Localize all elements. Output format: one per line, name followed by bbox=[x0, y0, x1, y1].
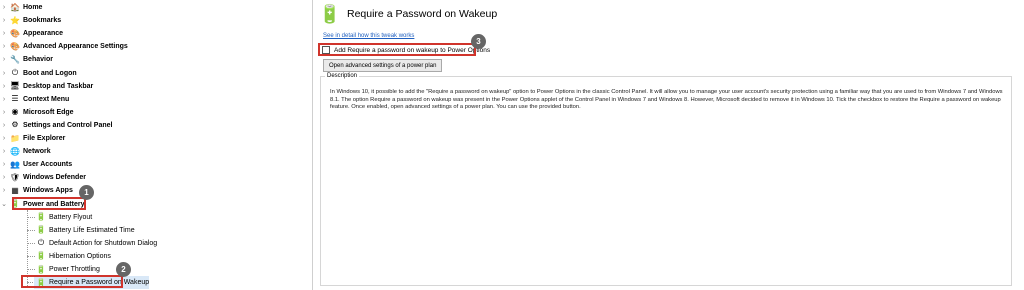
chevron-right-icon[interactable]: › bbox=[0, 174, 8, 181]
tree-item[interactable]: › ◉ Microsoft Edge bbox=[0, 106, 74, 119]
tree-child-item[interactable]: 🔋 Battery Life Estimated Time bbox=[34, 224, 135, 237]
tree-item[interactable]: › 🖥 Desktop and Taskbar bbox=[0, 80, 93, 93]
edge-icon: ◉ bbox=[11, 107, 19, 117]
tree-child-label: Battery Life Estimated Time bbox=[49, 226, 135, 234]
tree-item[interactable]: › ☰ Context Menu bbox=[0, 93, 69, 106]
category-tree[interactable]: › 🏠 Home › ⭐ Bookmarks › 🎨 Appearance › 🎨 Advanced … bbox=[0, 0, 313, 290]
tree-child-label: Default Action for Shutdown Dialog bbox=[49, 239, 158, 247]
chevron-right-icon[interactable]: › bbox=[0, 56, 8, 63]
tree-item[interactable]: › ▦ Windows Apps bbox=[0, 184, 73, 197]
description-label: Description bbox=[325, 73, 360, 79]
tree-item[interactable]: › 🔧 Behavior bbox=[0, 53, 53, 66]
tree-item-label: Bookmarks bbox=[23, 17, 62, 25]
tree-child-item[interactable]: 🔋 Battery Flyout bbox=[34, 211, 92, 224]
page-title: Require a Password on Wakeup bbox=[347, 8, 498, 20]
tree-item[interactable]: › ⏻ Boot and Logon bbox=[0, 67, 77, 80]
chevron-right-icon[interactable]: › bbox=[0, 4, 8, 11]
chevron-right-icon[interactable]: › bbox=[0, 161, 8, 168]
tweak-header: 🔋 Require a Password on Wakeup bbox=[319, 3, 497, 25]
tree-item[interactable]: › 🎨 Advanced Appearance Settings bbox=[0, 40, 128, 53]
tree-item-label: Context Menu bbox=[23, 95, 70, 103]
tree-item-label: Boot and Logon bbox=[23, 69, 77, 77]
apps-icon: ▦ bbox=[11, 185, 19, 195]
home-icon: 🏠 bbox=[10, 2, 20, 12]
tree-item-label: Appearance bbox=[23, 30, 64, 38]
chevron-right-icon[interactable]: › bbox=[0, 96, 8, 103]
tree-child-item[interactable]: 🔋 Hibernation Options bbox=[34, 250, 111, 263]
tree-item[interactable]: › 🛡 Windows Defender bbox=[0, 171, 86, 184]
tree-item[interactable]: › ⚙ Settings and Control Panel bbox=[0, 119, 113, 132]
battery-icon: 🔋 bbox=[318, 3, 342, 24]
folder-icon: 📁 bbox=[10, 133, 20, 143]
highlight-box-require-password bbox=[21, 275, 123, 288]
highlight-box-power-battery bbox=[12, 196, 86, 210]
chevron-right-icon[interactable]: › bbox=[0, 30, 8, 37]
tweak-details-link[interactable]: See in detail how this tweak works bbox=[323, 33, 414, 39]
chevron-right-icon[interactable]: › bbox=[0, 148, 8, 155]
gear-icon: ⚙ bbox=[11, 120, 19, 130]
palette-icon: 🎨 bbox=[10, 28, 20, 38]
users-icon: 👥 bbox=[10, 159, 20, 169]
description-text: In Windows 10, it possible to add the "R… bbox=[330, 89, 1003, 111]
tree-item-label: Network bbox=[23, 148, 51, 156]
chevron-right-icon[interactable]: › bbox=[0, 187, 8, 194]
chevron-right-icon[interactable]: › bbox=[0, 43, 8, 50]
battery-icon: 🔋 bbox=[36, 225, 46, 235]
star-icon: ⭐ bbox=[10, 15, 20, 25]
chevron-down-icon[interactable]: ⌄ bbox=[0, 200, 8, 208]
tree-item-label: Windows Defender bbox=[23, 174, 86, 182]
tree-item-label: Home bbox=[23, 4, 43, 11]
battery-icon: 🔋 bbox=[36, 212, 46, 222]
tree-item[interactable]: › 🌐 Network bbox=[0, 145, 51, 158]
step-badge-1: 1 bbox=[79, 185, 94, 200]
tree-item[interactable]: › 👥 User Accounts bbox=[0, 158, 72, 171]
chevron-right-icon[interactable]: › bbox=[0, 135, 8, 142]
tree-item-label: Desktop and Taskbar bbox=[23, 82, 94, 90]
boot-icon: ⏻ bbox=[11, 68, 19, 77]
chevron-right-icon[interactable]: › bbox=[0, 109, 8, 116]
chevron-right-icon[interactable]: › bbox=[0, 17, 8, 24]
shield-icon: 🛡 bbox=[9, 172, 21, 182]
highlight-box-checkbox bbox=[318, 43, 476, 56]
open-advanced-settings-button[interactable]: Open advanced settings of a power plan bbox=[323, 59, 443, 72]
tree-child-label: Hibernation Options bbox=[49, 252, 111, 260]
step-badge-2: 2 bbox=[116, 262, 131, 277]
shutdown-icon: ⏻ bbox=[37, 238, 45, 248]
palette-advanced-icon: 🎨 bbox=[10, 41, 20, 51]
tree-item-label: Advanced Appearance Settings bbox=[23, 43, 128, 51]
tree-child-label: Battery Flyout bbox=[49, 213, 93, 221]
tree-item-label: Windows Apps bbox=[23, 187, 73, 195]
tree-item[interactable]: › 🎨 Appearance bbox=[0, 27, 63, 40]
tree-item[interactable]: › 📁 File Explorer bbox=[0, 132, 66, 145]
tree-child-label: Power Throttling bbox=[49, 266, 100, 273]
app-window: › 🏠 Home › ⭐ Bookmarks › 🎨 Appearance › 🎨 Advanced … bbox=[0, 0, 1024, 290]
tree-item[interactable]: › 🏠 Home bbox=[0, 1, 43, 14]
chevron-right-icon[interactable]: › bbox=[0, 70, 8, 77]
tree-item-label: Microsoft Edge bbox=[23, 108, 74, 116]
tweak-panel: 🔋 Require a Password on Wakeup See in de… bbox=[314, 0, 1022, 290]
tree-child-item[interactable]: ⏻ Default Action for Shutdown Dialog bbox=[34, 237, 157, 250]
chevron-right-icon[interactable]: › bbox=[0, 122, 8, 129]
network-icon: 🌐 bbox=[10, 146, 20, 156]
desktop-icon: 🖥 bbox=[9, 81, 21, 91]
tree-item-label: File Explorer bbox=[23, 135, 66, 142]
step-badge-3: 3 bbox=[471, 34, 486, 49]
tree-item-label: Behavior bbox=[23, 56, 53, 64]
chevron-right-icon[interactable]: › bbox=[0, 83, 8, 90]
battery-icon: 🔋 bbox=[36, 264, 46, 274]
tree-item[interactable]: › ⭐ Bookmarks bbox=[0, 14, 61, 27]
behavior-icon: 🔧 bbox=[10, 54, 20, 64]
battery-icon: 🔋 bbox=[36, 251, 46, 261]
tree-item-label: User Accounts bbox=[23, 161, 73, 169]
context-menu-icon: ☰ bbox=[11, 94, 19, 104]
tree-item-label: Settings and Control Panel bbox=[23, 121, 113, 129]
